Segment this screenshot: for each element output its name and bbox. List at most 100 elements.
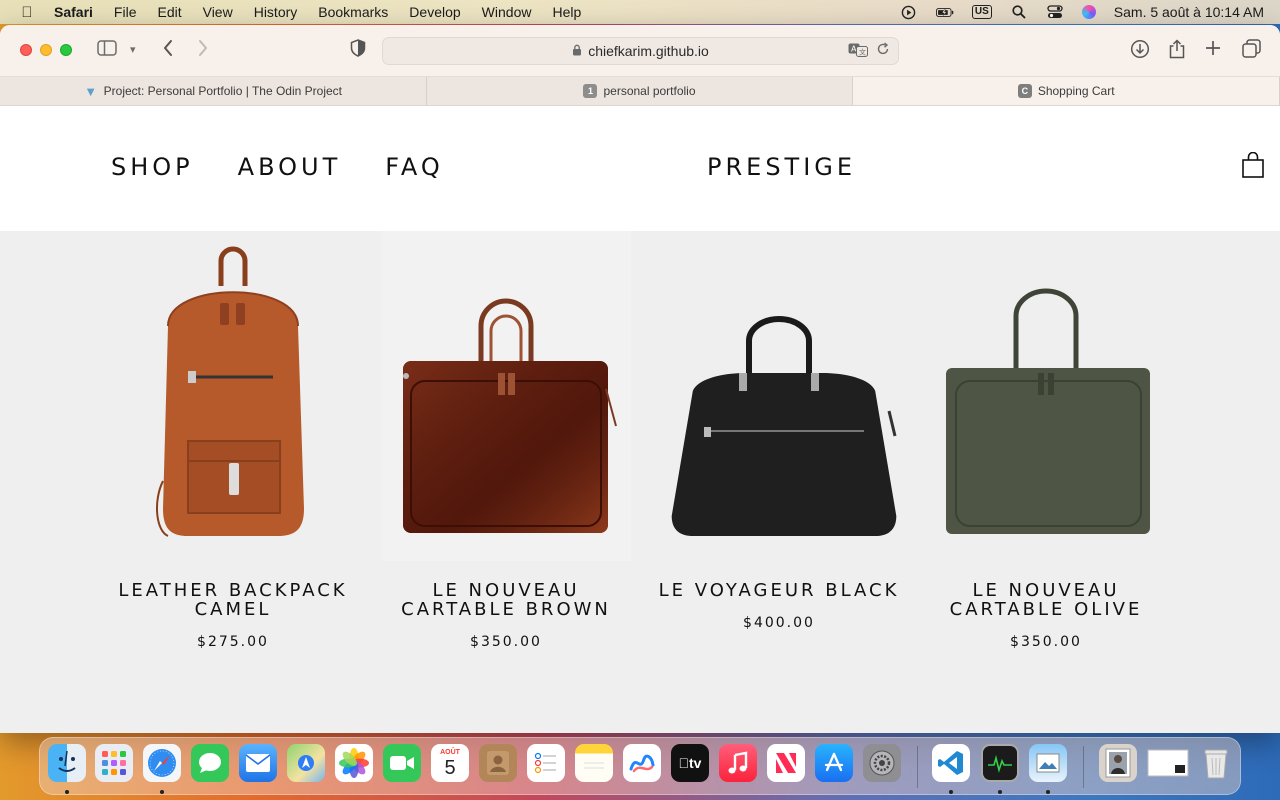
now-playing-icon[interactable] bbox=[900, 5, 918, 19]
tab-title: Shopping Cart bbox=[1037, 84, 1115, 98]
preview-icon[interactable] bbox=[1029, 744, 1067, 782]
product-card[interactable]: LEATHER BACKPACK CAMEL $275.00 bbox=[108, 231, 358, 650]
downloads-stack-icon[interactable] bbox=[1099, 744, 1137, 782]
tab-odin-project[interactable]: ▼ Project: Personal Portfolio | The Odin… bbox=[0, 77, 427, 105]
facetime-icon[interactable] bbox=[383, 744, 421, 782]
menu-file[interactable]: File bbox=[114, 4, 137, 20]
tab-title: personal portfolio bbox=[603, 84, 696, 98]
sidebar-toggle-icon[interactable] bbox=[97, 39, 117, 61]
input-source-badge[interactable]: US bbox=[971, 5, 992, 19]
safari-running-indicator bbox=[160, 790, 164, 794]
calendar-icon[interactable]: AOÛT 5 bbox=[431, 744, 469, 782]
tab-overview-icon[interactable] bbox=[1242, 39, 1261, 63]
tab-title: Project: Personal Portfolio | The Odin P… bbox=[103, 84, 342, 98]
app-store-icon[interactable] bbox=[815, 744, 853, 782]
product-grid: LEATHER BACKPACK CAMEL $275.00 LE NOUVEA… bbox=[0, 231, 1280, 733]
freeform-icon[interactable] bbox=[623, 744, 661, 782]
nav-shop-link[interactable]: SHOP bbox=[111, 153, 194, 181]
system-settings-icon[interactable] bbox=[863, 744, 901, 782]
activity-monitor-icon[interactable] bbox=[981, 744, 1019, 782]
translate-icon[interactable]: A文 bbox=[848, 43, 868, 60]
menu-help[interactable]: Help bbox=[552, 4, 581, 20]
product-card[interactable]: LE VOYAGEUR BLACK $400.00 bbox=[654, 231, 904, 631]
photos-icon[interactable] bbox=[335, 744, 373, 782]
svg-text:文: 文 bbox=[859, 48, 866, 57]
news-icon[interactable] bbox=[767, 744, 805, 782]
calendar-month: AOÛT bbox=[440, 748, 460, 756]
shopping-bag-icon[interactable] bbox=[1242, 151, 1264, 178]
url-text: chiefkarim.github.io bbox=[588, 43, 709, 59]
tab-personal-portfolio[interactable]: 1 personal portfolio bbox=[427, 77, 854, 105]
share-icon[interactable] bbox=[1168, 39, 1186, 64]
tab-shopping-cart[interactable]: C Shopping Cart bbox=[853, 77, 1280, 105]
product-price: $400.00 bbox=[743, 615, 815, 631]
minimize-window-button[interactable] bbox=[40, 44, 52, 56]
menu-edit[interactable]: Edit bbox=[157, 4, 181, 20]
reload-icon[interactable] bbox=[876, 42, 890, 59]
product-name[interactable]: LE VOYAGEUR BLACK bbox=[654, 581, 904, 600]
calendar-day: 5 bbox=[444, 756, 456, 779]
apple-menu-icon[interactable]:  bbox=[19, 4, 35, 21]
vscode-icon[interactable] bbox=[932, 744, 970, 782]
product-image[interactable] bbox=[654, 231, 904, 561]
product-name[interactable]: LE NOUVEAU CARTABLE OLIVE bbox=[921, 581, 1171, 619]
dock: AOÛT 5 tv bbox=[39, 737, 1241, 795]
product-image[interactable] bbox=[108, 231, 358, 561]
zoom-window-button[interactable] bbox=[60, 44, 72, 56]
product-image[interactable] bbox=[373, 231, 639, 561]
lock-icon bbox=[572, 44, 582, 59]
portfolio-favicon-icon: 1 bbox=[583, 84, 598, 98]
address-bar[interactable]: chiefkarim.github.io A文 bbox=[382, 37, 899, 65]
menu-window[interactable]: Window bbox=[482, 4, 532, 20]
menu-app-name[interactable]: Safari bbox=[54, 4, 93, 20]
product-image[interactable] bbox=[921, 231, 1171, 561]
close-window-button[interactable] bbox=[20, 44, 32, 56]
product-card[interactable]: LE NOUVEAU CARTABLE BROWN $350.00 bbox=[373, 231, 639, 650]
product-card[interactable]: LE NOUVEAU CARTABLE OLIVE $350.00 bbox=[921, 231, 1171, 650]
privacy-shield-icon[interactable] bbox=[350, 39, 366, 62]
safari-icon[interactable] bbox=[143, 744, 181, 782]
dock-separator bbox=[917, 746, 918, 788]
notes-icon[interactable] bbox=[575, 744, 613, 782]
launchpad-icon[interactable] bbox=[95, 744, 133, 782]
trash-icon[interactable] bbox=[1197, 744, 1235, 782]
product-name[interactable]: LE NOUVEAU CARTABLE BROWN bbox=[381, 581, 631, 619]
forward-icon[interactable] bbox=[197, 39, 209, 62]
menu-view[interactable]: View bbox=[203, 4, 233, 20]
downloads-icon[interactable] bbox=[1130, 39, 1150, 64]
browser-toolbar: ▾ chiefkarim.github.io A文 bbox=[0, 25, 1280, 77]
spotlight-search-icon[interactable] bbox=[1010, 5, 1028, 19]
maps-icon[interactable] bbox=[287, 744, 325, 782]
web-page: SHOP ABOUT FAQ PRESTIGE LEATHER BACKPACK… bbox=[0, 106, 1280, 733]
menubar-clock[interactable]: Sam. 5 août à 10:14 AM bbox=[1114, 4, 1264, 20]
dock-separator bbox=[1083, 746, 1084, 788]
odin-icon: ▼ bbox=[84, 83, 98, 99]
menu-bookmarks[interactable]: Bookmarks bbox=[318, 4, 388, 20]
product-price: $275.00 bbox=[197, 634, 269, 650]
control-center-icon[interactable] bbox=[1046, 5, 1064, 19]
finder-icon[interactable] bbox=[48, 744, 86, 782]
shopping-cart-favicon-icon: C bbox=[1017, 84, 1032, 98]
battery-icon[interactable] bbox=[935, 5, 954, 19]
menu-develop[interactable]: Develop bbox=[409, 4, 460, 20]
contacts-icon[interactable] bbox=[479, 744, 517, 782]
brand-logo[interactable]: PRESTIGE bbox=[707, 153, 856, 181]
mail-icon[interactable] bbox=[239, 744, 277, 782]
vscode-running-indicator bbox=[949, 790, 953, 794]
window-controls bbox=[20, 44, 72, 56]
product-name[interactable]: LEATHER BACKPACK CAMEL bbox=[108, 581, 358, 619]
menu-history[interactable]: History bbox=[254, 4, 298, 20]
tv-icon[interactable]: tv bbox=[671, 744, 709, 782]
nav-faq-link[interactable]: FAQ bbox=[385, 153, 444, 181]
music-icon[interactable] bbox=[719, 744, 757, 782]
back-icon[interactable] bbox=[162, 39, 174, 62]
new-tab-icon[interactable] bbox=[1205, 39, 1221, 61]
menu-bar:  Safari File Edit View History Bookmark… bbox=[0, 0, 1280, 24]
tab-group-chevron-icon[interactable]: ▾ bbox=[130, 39, 136, 61]
reminders-icon[interactable] bbox=[527, 744, 565, 782]
nav-about-link[interactable]: ABOUT bbox=[238, 153, 342, 181]
messages-icon[interactable] bbox=[191, 744, 229, 782]
screenshot-icon[interactable] bbox=[1146, 744, 1190, 782]
siri-icon[interactable] bbox=[1081, 5, 1096, 19]
product-price: $350.00 bbox=[1010, 634, 1082, 650]
